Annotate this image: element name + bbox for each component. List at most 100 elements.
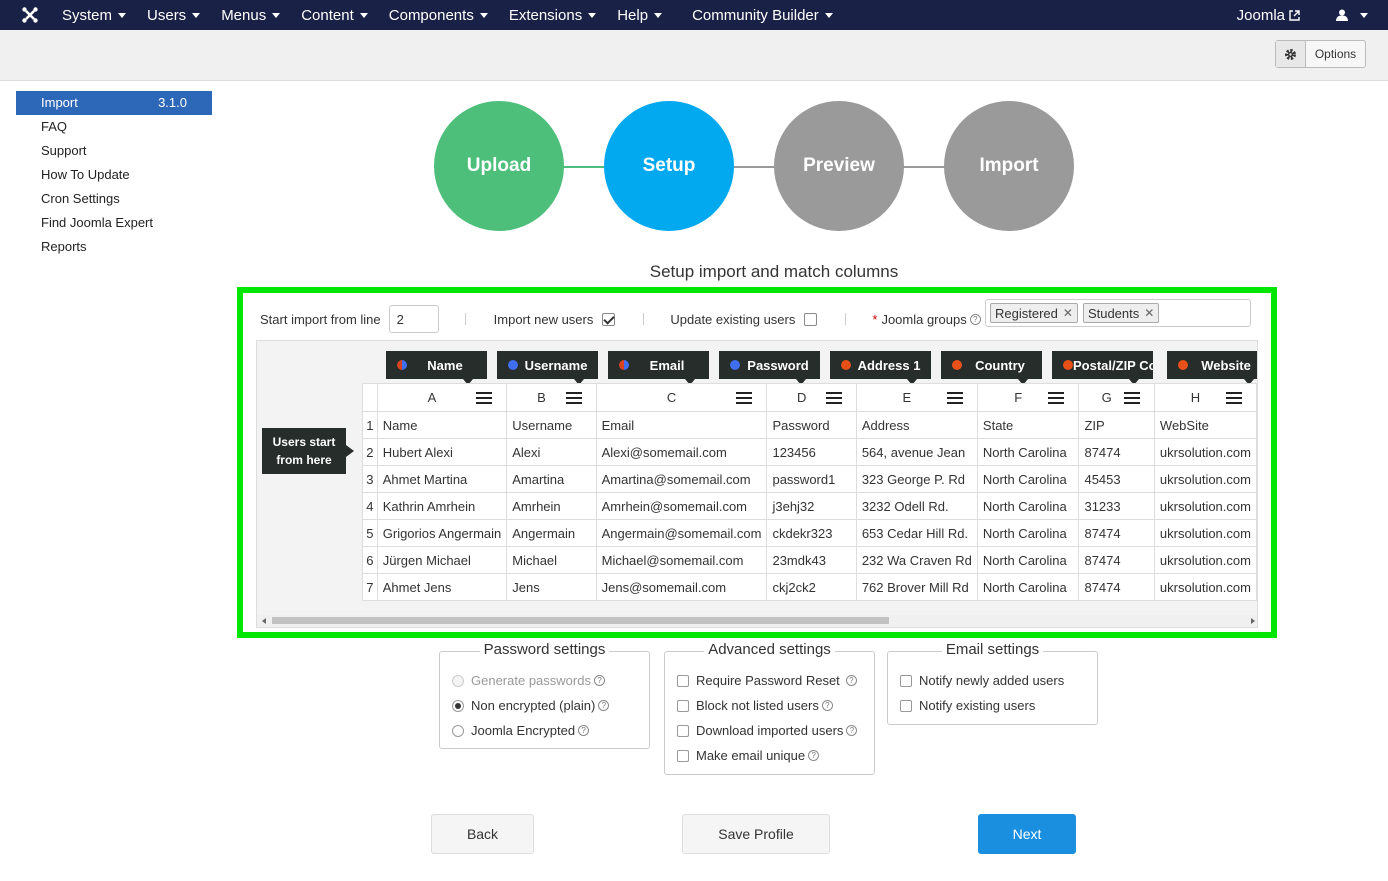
help-icon[interactable]: ? — [846, 725, 858, 736]
table-cell[interactable]: ukrsolution.com — [1153, 546, 1257, 574]
table-cell[interactable]: ukrsolution.com — [1153, 573, 1257, 601]
option-require-password-reset[interactable]: Require Password Reset? — [677, 673, 857, 688]
table-cell[interactable]: Jürgen Michael — [376, 546, 508, 574]
column-menu-icon[interactable] — [1226, 392, 1242, 404]
wizard-step-preview[interactable]: Preview — [774, 101, 904, 231]
table-cell[interactable]: North Carolina — [976, 465, 1080, 493]
scroll-right-icon[interactable] — [1251, 618, 1255, 624]
table-cell[interactable]: Grigorios Angermain — [376, 519, 508, 547]
column-header[interactable]: H — [1153, 383, 1257, 412]
column-menu-icon[interactable] — [825, 392, 842, 404]
column-menu-icon[interactable] — [1048, 392, 1065, 404]
sidebar-item-cron-settings[interactable]: Cron Settings — [16, 187, 212, 211]
table-cell[interactable]: 653 Cedar Hill Rd. — [855, 519, 978, 547]
radio-button[interactable] — [452, 724, 464, 737]
table-cell[interactable]: 23mdk43 — [766, 546, 857, 574]
table-cell[interactable]: Kathrin Amrhein — [376, 492, 508, 520]
table-cell[interactable]: ckj2ck2 — [766, 573, 857, 601]
table-cell[interactable]: North Carolina — [976, 492, 1080, 520]
checkbox[interactable] — [900, 674, 912, 687]
column-mapper[interactable]: Website — [1167, 351, 1257, 385]
table-cell[interactable]: Amrhein — [506, 492, 597, 520]
table-cell[interactable]: ukrsolution.com — [1153, 519, 1257, 547]
option-block-not-listed[interactable]: Block not listed users? — [677, 698, 833, 713]
wizard-step-upload[interactable]: Upload — [434, 101, 564, 231]
wizard-step-setup[interactable]: Setup — [604, 101, 734, 231]
sidebar-item-support[interactable]: Support — [16, 139, 212, 163]
start-line-input[interactable] — [388, 305, 439, 333]
checkbox[interactable] — [900, 699, 912, 712]
column-mapper[interactable]: Password — [719, 351, 820, 385]
table-cell[interactable]: 323 George P. Rd — [855, 465, 978, 493]
column-mapper[interactable]: Username — [497, 351, 598, 385]
horizontal-scrollbar[interactable] — [257, 615, 1257, 627]
column-header[interactable]: F — [976, 383, 1080, 412]
column-menu-icon[interactable] — [946, 392, 963, 404]
table-cell[interactable]: 45453 — [1078, 465, 1155, 493]
table-cell[interactable]: WebSite — [1153, 411, 1257, 439]
column-header[interactable]: D — [766, 383, 857, 412]
back-button[interactable]: Back — [431, 814, 534, 854]
column-mapper[interactable]: Name — [386, 351, 487, 385]
column-mapper[interactable]: Address 1 — [830, 351, 931, 385]
update-existing-checkbox[interactable] — [804, 312, 818, 326]
menu-users[interactable]: Users — [147, 0, 201, 30]
sidebar-item-faq[interactable]: FAQ — [16, 115, 212, 139]
help-icon[interactable]: ? — [821, 700, 833, 711]
table-cell[interactable]: Name — [376, 411, 508, 439]
user-menu[interactable] — [1336, 0, 1368, 30]
table-cell[interactable]: ukrsolution.com — [1153, 465, 1257, 493]
checkbox[interactable] — [677, 699, 689, 712]
menu-content[interactable]: Content — [301, 0, 368, 30]
column-mapper[interactable]: Email — [608, 351, 709, 385]
table-cell[interactable]: North Carolina — [976, 546, 1080, 574]
option-make-email-unique[interactable]: Make email unique? — [677, 748, 820, 763]
radio-button[interactable] — [452, 699, 464, 712]
help-icon[interactable]: ? — [845, 675, 857, 686]
option-non-encrypted[interactable]: Non encrypted (plain)? — [452, 698, 610, 713]
table-cell[interactable]: Email — [595, 411, 768, 439]
table-cell[interactable]: password1 — [766, 465, 857, 493]
scrollbar-thumb[interactable] — [272, 617, 889, 624]
table-cell[interactable]: Username — [506, 411, 597, 439]
menu-menus[interactable]: Menus — [221, 0, 281, 30]
table-cell[interactable]: North Carolina — [976, 519, 1080, 547]
remove-icon[interactable]: ✕ — [1063, 306, 1073, 320]
column-menu-icon[interactable] — [1123, 392, 1140, 404]
remove-icon[interactable]: ✕ — [1144, 306, 1154, 320]
table-cell[interactable]: 87474 — [1078, 438, 1155, 466]
column-mapper[interactable]: Country — [941, 351, 1042, 385]
table-cell[interactable]: North Carolina — [976, 438, 1080, 466]
table-cell[interactable]: Amartina@somemail.com — [595, 465, 768, 493]
table-cell[interactable]: 762 Brover Mill Rd — [855, 573, 978, 601]
table-cell[interactable]: Angermain@somemail.com — [595, 519, 768, 547]
joomla-logo-icon[interactable] — [0, 0, 60, 30]
table-cell[interactable]: 87474 — [1078, 573, 1155, 601]
table-cell[interactable]: Angermain — [506, 519, 597, 547]
table-cell[interactable]: Alexi@somemail.com — [595, 438, 768, 466]
groups-select[interactable]: Registered ✕ Students ✕ — [985, 299, 1251, 327]
column-header[interactable]: E — [855, 383, 978, 412]
checkbox[interactable] — [677, 749, 689, 762]
scroll-left-icon[interactable] — [262, 618, 266, 624]
option-notify-existing[interactable]: Notify existing users — [900, 698, 1035, 713]
checkbox[interactable] — [677, 724, 689, 737]
table-cell[interactable]: Amrhein@somemail.com — [595, 492, 768, 520]
menu-community-builder[interactable]: Community Builder — [692, 0, 833, 30]
table-cell[interactable]: 564, avenue Jean — [855, 438, 978, 466]
table-cell[interactable]: Password — [766, 411, 857, 439]
help-icon[interactable]: ? — [969, 313, 981, 325]
table-cell[interactable]: Jens@somemail.com — [595, 573, 768, 601]
column-mapper[interactable]: Postal/ZIP Code — [1052, 351, 1153, 385]
wizard-step-import[interactable]: Import — [944, 101, 1074, 231]
column-menu-icon[interactable] — [476, 392, 493, 404]
column-menu-icon[interactable] — [736, 392, 753, 404]
help-icon[interactable]: ? — [578, 725, 590, 736]
option-download-imported[interactable]: Download imported users? — [677, 723, 858, 738]
table-cell[interactable]: 87474 — [1078, 546, 1155, 574]
table-cell[interactable]: Amartina — [506, 465, 597, 493]
table-cell[interactable]: 31233 — [1078, 492, 1155, 520]
menu-components[interactable]: Components — [389, 0, 488, 30]
option-generate-passwords[interactable]: Generate passwords? — [452, 673, 605, 688]
table-cell[interactable]: j3ehj32 — [766, 492, 857, 520]
